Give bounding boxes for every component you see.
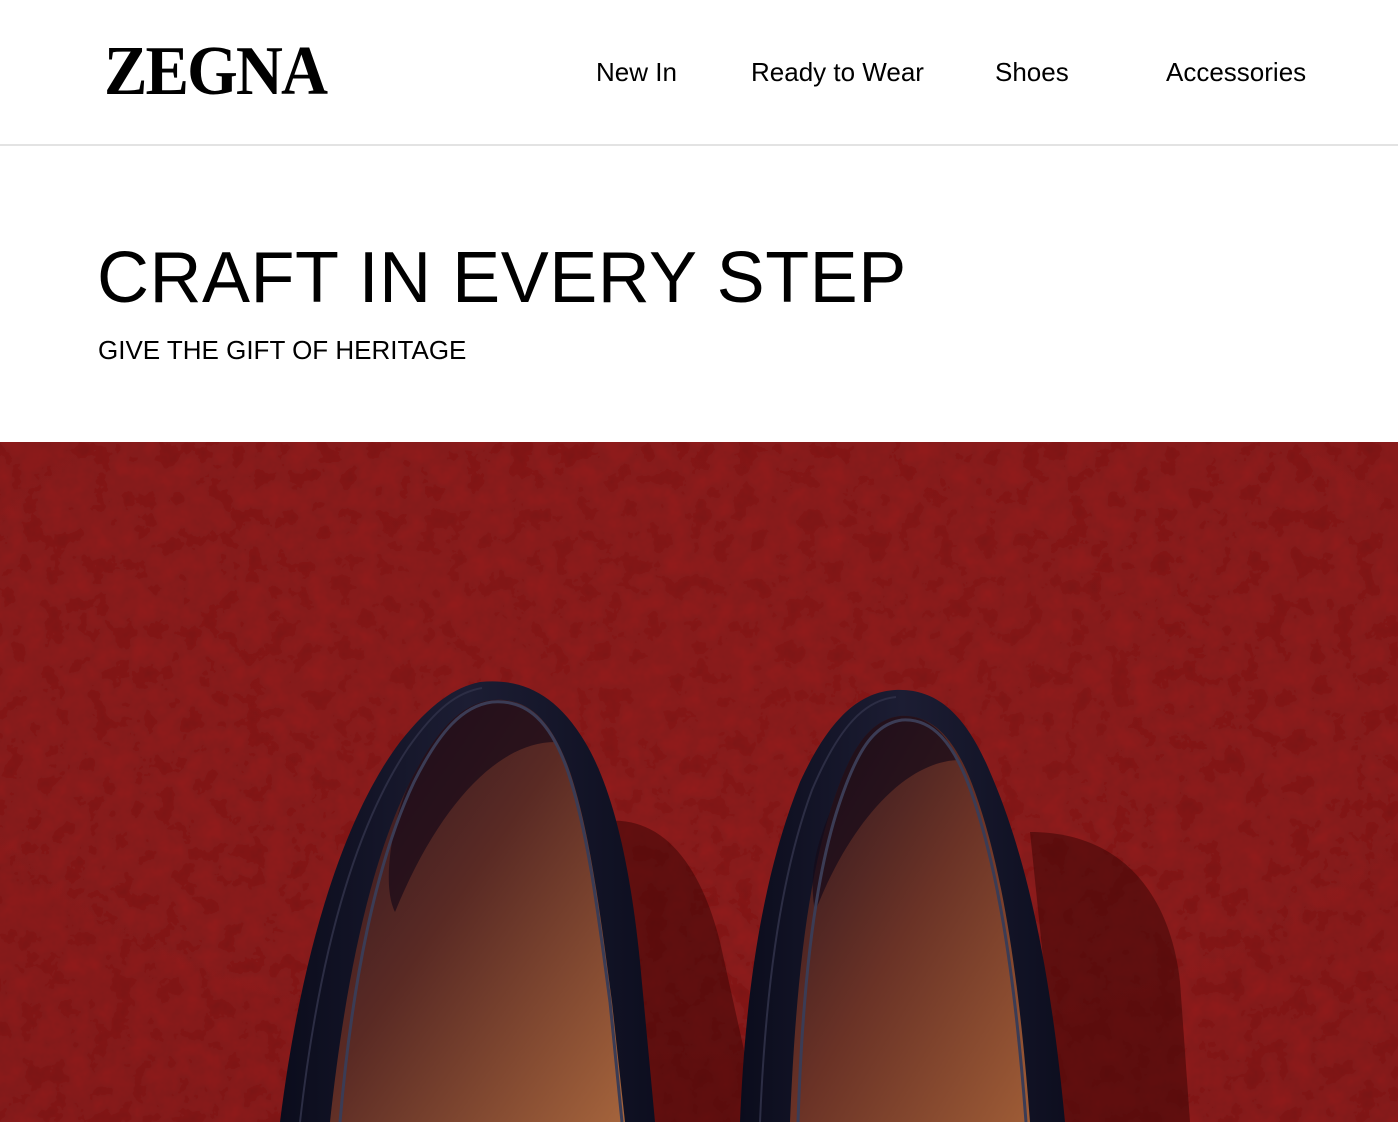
site-header: ZEGNA New In Ready to Wear Shoes Accesso…: [0, 0, 1398, 146]
nav-item-shoes[interactable]: Shoes: [995, 56, 1069, 88]
hero-subtitle[interactable]: GIVE THE GIFT OF HERITAGE: [98, 334, 466, 366]
loafers-illustration: [0, 442, 1398, 1122]
hero-image[interactable]: [0, 442, 1398, 1122]
nav-item-new-in[interactable]: New In: [596, 56, 677, 88]
hero-title: CRAFT IN EVERY STEP: [97, 238, 907, 318]
brand-logo[interactable]: ZEGNA: [104, 34, 328, 110]
nav-item-accessories[interactable]: Accessories: [1166, 56, 1306, 88]
nav-item-ready-to-wear[interactable]: Ready to Wear: [751, 56, 924, 88]
